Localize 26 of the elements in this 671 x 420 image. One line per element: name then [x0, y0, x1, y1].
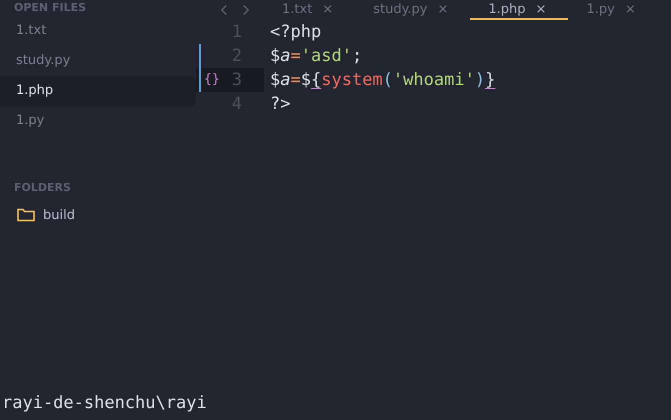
tab-label[interactable]: study.py [373, 2, 428, 16]
section-title: OPEN FILES [13, 0, 88, 16]
terminal-line: rayi-de-shenchu\rayi [2, 393, 207, 413]
close-button[interactable]: × [624, 2, 636, 16]
file-item[interactable]: 1.txt [0, 16, 196, 46]
tab[interactable]: 1.py × [568, 0, 658, 20]
tab-label[interactable]: 1.txt [282, 2, 312, 16]
tab-label[interactable]: 1.php [488, 2, 526, 16]
line-number: 3 [230, 69, 242, 92]
gutter-mark: {} [204, 71, 221, 89]
folder-item[interactable]: build [43, 208, 75, 222]
code-line: ?> [269, 93, 292, 116]
code-line: $a=${system('whoami')} [269, 69, 496, 92]
code-line: <?php [269, 21, 322, 44]
file-item[interactable]: study.py [0, 46, 196, 76]
section-title: FOLDERS [13, 180, 72, 196]
tab[interactable]: 1.txt × [264, 0, 356, 20]
tab[interactable]: 1.php × [470, 0, 568, 20]
close-button[interactable]: × [322, 2, 334, 16]
tab[interactable]: study.py × [355, 0, 470, 20]
close-button[interactable]: × [536, 2, 546, 16]
tab-label[interactable]: 1.py [586, 2, 615, 16]
code-line: $a='asd'; [269, 45, 364, 68]
file-item[interactable]: 1.py [0, 106, 196, 136]
file-item[interactable]: 1.php [0, 76, 196, 106]
close-button[interactable]: × [437, 2, 448, 16]
